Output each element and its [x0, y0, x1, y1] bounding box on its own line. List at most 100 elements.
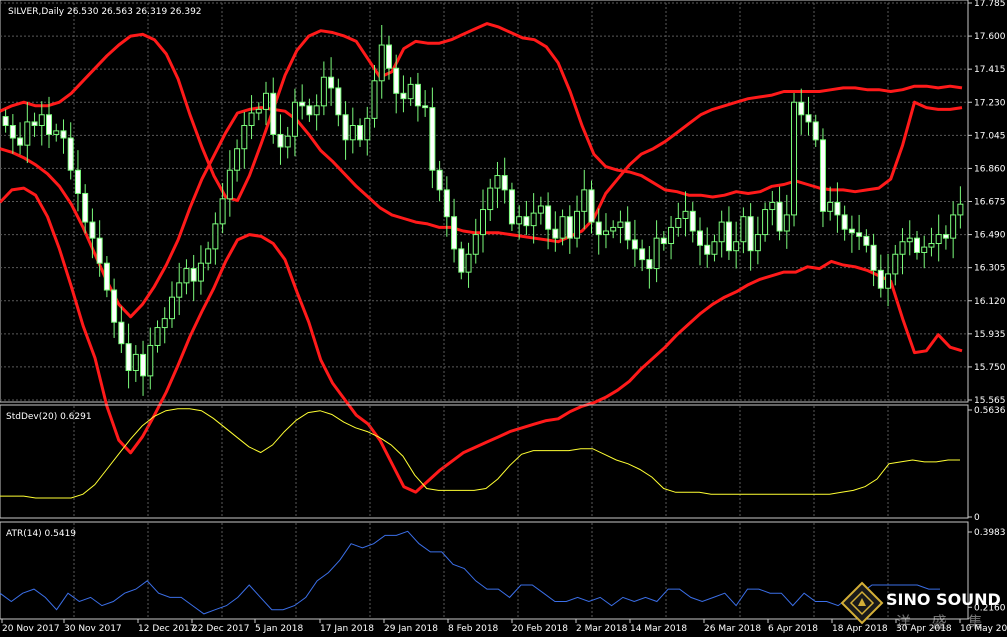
- candle-body: [176, 282, 183, 298]
- candle-body: [935, 234, 942, 245]
- candle-body: [335, 87, 342, 116]
- candle-body: [67, 137, 74, 171]
- candle-body: [537, 205, 544, 214]
- candle-body: [190, 268, 197, 282]
- candle-body: [494, 175, 501, 189]
- main-chart-header: SILVER,Daily 26.530 26.563 26.319 26.392: [8, 7, 202, 17]
- candle-body: [660, 237, 667, 245]
- price-tick-label: 16.305: [974, 264, 1006, 274]
- candle-body: [125, 343, 132, 371]
- candle-body: [328, 76, 335, 89]
- candle-body: [154, 327, 161, 346]
- candle-body: [103, 262, 110, 291]
- candle-body: [53, 130, 60, 135]
- candle-body: [856, 232, 863, 237]
- candle-body: [566, 216, 573, 239]
- candle-body: [364, 117, 371, 141]
- candle-body: [255, 108, 262, 114]
- candle-body: [197, 262, 204, 282]
- date-tick-label: 14 Mar 2018: [630, 624, 687, 634]
- candle-body: [581, 189, 588, 212]
- candle-body: [682, 210, 689, 219]
- price-tick-label: 17.785: [974, 0, 1006, 9]
- candle-body: [284, 135, 291, 148]
- candle-body: [812, 121, 819, 141]
- candle-body: [161, 318, 168, 329]
- candle-body: [31, 121, 38, 126]
- candle-body: [762, 209, 769, 236]
- candle-body: [928, 243, 935, 248]
- candle-body: [863, 235, 870, 246]
- candle-body: [306, 105, 313, 116]
- candle-body: [458, 248, 465, 273]
- candle-body: [523, 216, 530, 227]
- trading-chart: 17.785 17.600 17.415 17.230 17.045 16.860 16.6…: [0, 0, 1007, 637]
- candle-body: [393, 67, 400, 94]
- date-tick-label: 22 Dec 2017: [192, 624, 250, 634]
- candle-body: [96, 237, 103, 264]
- candle-body: [24, 121, 31, 146]
- candle-body: [602, 230, 609, 236]
- candle-body: [588, 189, 595, 223]
- candle-body: [183, 268, 190, 284]
- price-tick-label: 17.230: [974, 98, 1006, 108]
- candle-body: [371, 80, 378, 119]
- stddev-tick-label: 0.5636: [974, 406, 1006, 416]
- candle-body: [270, 92, 277, 135]
- candle-body: [422, 105, 429, 109]
- candle-body: [429, 107, 436, 171]
- candle-body: [776, 201, 783, 232]
- candle-body: [950, 214, 957, 239]
- date-tick-label: 18 Apr 2018: [832, 624, 888, 634]
- candle-body: [443, 189, 450, 218]
- candle-body: [241, 124, 248, 150]
- date-tick-label: 20 Nov 2017: [2, 624, 60, 634]
- candle-body: [342, 114, 349, 141]
- stddev-label: StdDev(20) 0.6291: [6, 412, 92, 422]
- candle-body: [798, 101, 805, 116]
- candle-body: [668, 226, 675, 245]
- candle-body: [248, 112, 255, 126]
- candle-body: [899, 241, 906, 255]
- candle-body: [111, 289, 118, 323]
- candle-body: [740, 216, 747, 243]
- price-tick-label: 17.045: [974, 131, 1006, 141]
- price-tick-label: 15.750: [974, 363, 1006, 373]
- candle-body: [320, 76, 327, 107]
- candle-body: [747, 216, 754, 252]
- candle-body: [480, 209, 486, 236]
- candle-body: [913, 237, 920, 253]
- candle-body: [407, 83, 414, 100]
- candle-body: [451, 216, 458, 250]
- candle-body: [132, 353, 139, 371]
- candle-body: [559, 216, 566, 239]
- candle-body: [769, 201, 776, 211]
- candle-body: [17, 137, 24, 146]
- candle-body: [9, 124, 16, 139]
- date-tick-label: 29 Jan 2018: [384, 624, 438, 634]
- candle-body: [89, 221, 96, 239]
- candle-body: [385, 44, 392, 69]
- price-tick-label: 17.600: [974, 32, 1006, 42]
- candle-body: [516, 216, 523, 225]
- candle-body: [400, 92, 407, 100]
- date-tick-label: 2 Mar 2018: [576, 624, 628, 634]
- candle-body: [212, 223, 219, 250]
- candle-body: [574, 210, 581, 239]
- candle-body: [624, 221, 631, 241]
- candle-body: [783, 214, 790, 232]
- candle-body: [848, 228, 855, 234]
- candle-body: [508, 189, 515, 225]
- candle-body: [472, 234, 479, 255]
- date-tick-label: 26 Mar 2018: [704, 624, 761, 634]
- candle-body: [465, 253, 472, 273]
- date-tick-label: 20 Feb 2018: [512, 624, 568, 634]
- candle-body: [841, 214, 848, 230]
- price-tick-label: 17.415: [974, 65, 1006, 75]
- candle-body: [38, 114, 45, 126]
- candle-body: [805, 114, 812, 123]
- candle-body: [357, 124, 364, 141]
- candle-body: [704, 244, 711, 255]
- date-tick-label: 5 Jan 2018: [255, 624, 303, 634]
- chart-background: [0, 0, 1007, 637]
